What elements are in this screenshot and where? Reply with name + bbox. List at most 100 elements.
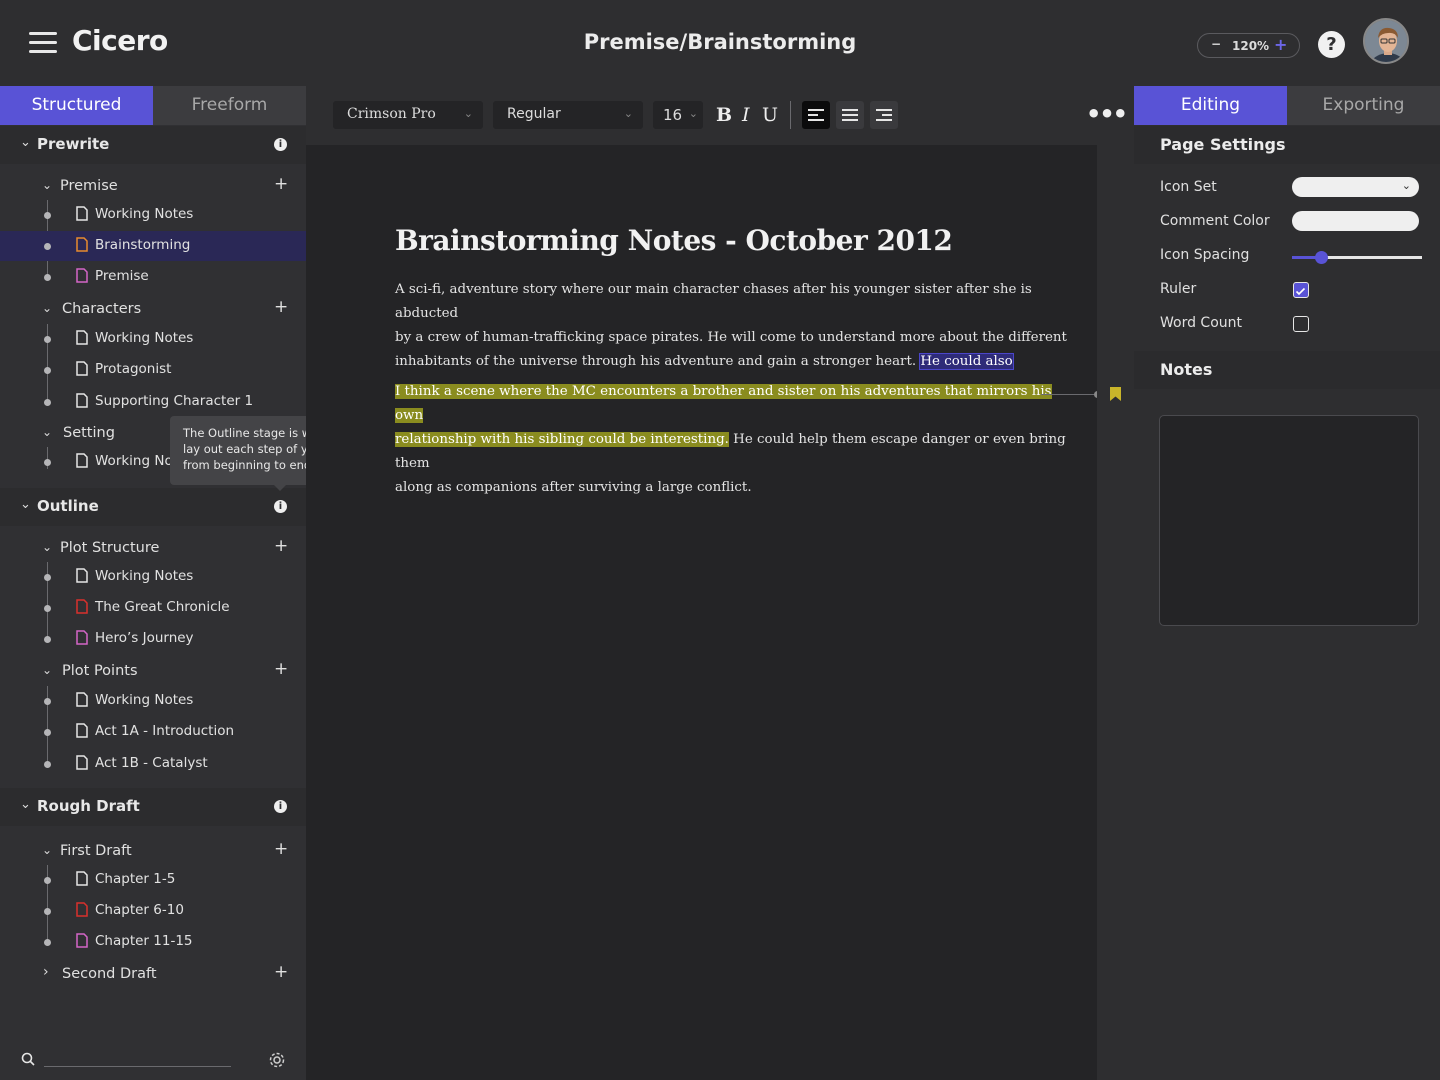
item-label: Working Notes — [95, 330, 194, 346]
document-icon — [76, 692, 88, 707]
document-heading[interactable]: Brainstorming Notes - October 2012 — [395, 224, 953, 257]
group-label: First Draft — [60, 843, 132, 859]
list-item[interactable]: Chapter 11-15 — [0, 927, 306, 957]
comment-connector — [1041, 394, 1098, 395]
add-page-button[interactable]: + — [274, 536, 288, 556]
group-plot-points[interactable]: ⌄ Plot Points + — [0, 659, 306, 685]
italic-button[interactable]: I — [742, 104, 750, 126]
bold-button[interactable]: B — [716, 104, 732, 126]
document-icon — [76, 902, 88, 917]
document-editor[interactable]: Brainstorming Notes - October 2012 A sci… — [306, 145, 1101, 1080]
font-family-value: Crimson Pro — [347, 106, 436, 122]
slider-handle[interactable] — [1314, 251, 1328, 264]
comment-color-field[interactable] — [1292, 211, 1419, 231]
tree-node-dot — [44, 908, 51, 915]
tab-freeform[interactable]: Freeform — [153, 86, 306, 125]
group-plot-structure[interactable]: ⌄ Plot Structure + — [0, 536, 306, 562]
align-right-button[interactable] — [870, 101, 898, 129]
tree-node-dot — [44, 698, 51, 705]
document-icon — [76, 755, 88, 770]
more-options-button[interactable]: ••• — [1086, 100, 1128, 128]
tab-structured[interactable]: Structured — [0, 86, 153, 125]
bookmark-icon[interactable] — [1110, 387, 1121, 401]
list-item[interactable]: Premise — [0, 262, 306, 292]
word-count-checkbox[interactable] — [1293, 316, 1309, 332]
search-input[interactable] — [44, 1066, 231, 1067]
add-page-button[interactable]: + — [274, 839, 288, 859]
chevron-down-icon: ⌄ — [42, 663, 53, 677]
document-icon — [76, 723, 88, 738]
align-center-button[interactable] — [836, 101, 864, 129]
document-icon — [76, 630, 88, 645]
list-item-selected[interactable]: Brainstorming — [0, 231, 306, 261]
ruler-checkbox[interactable] — [1293, 282, 1309, 298]
list-item[interactable]: Working Notes — [0, 686, 306, 716]
align-left-button[interactable] — [802, 101, 830, 129]
font-weight-select[interactable]: Regular ⌄ — [493, 101, 643, 129]
user-avatar[interactable] — [1363, 18, 1409, 64]
paragraph-2[interactable]: I think a scene where the MC encounters … — [395, 380, 1075, 500]
list-item[interactable]: Act 1A - Introduction — [0, 717, 306, 747]
item-label: Working Notes — [95, 568, 194, 584]
list-item[interactable]: The Great Chronicle — [0, 593, 306, 623]
document-icon — [76, 268, 88, 283]
group-characters[interactable]: ⌄ Characters + — [0, 297, 306, 323]
tab-editing[interactable]: Editing — [1134, 86, 1287, 125]
font-size-select[interactable]: 16 ⌄ — [653, 101, 703, 129]
icon-spacing-slider[interactable] — [1292, 251, 1422, 264]
list-item[interactable]: Hero’s Journey — [0, 624, 306, 654]
list-item[interactable]: Act 1B - Catalyst — [0, 749, 306, 779]
underline-button[interactable]: U — [762, 104, 778, 126]
section-title: Notes — [1160, 360, 1213, 379]
settings-panel: Editing Exporting Page Settings Icon Set… — [1134, 86, 1440, 1080]
group-second-draft[interactable]: › Second Draft + — [0, 962, 306, 988]
add-page-button[interactable]: + — [274, 659, 288, 679]
font-family-select[interactable]: Crimson Pro ⌄ — [333, 101, 483, 129]
commented-highlight[interactable]: relationship with his sibling could be i… — [395, 432, 729, 447]
add-page-button[interactable]: + — [274, 174, 288, 194]
hamburger-menu-icon[interactable] — [29, 32, 57, 54]
stage-label: Prewrite — [37, 135, 110, 153]
info-icon[interactable]: i — [274, 138, 287, 151]
tab-exporting[interactable]: Exporting — [1287, 86, 1440, 125]
group-label: Premise — [60, 178, 118, 194]
paragraph-1[interactable]: A sci-fi, adventure story where our main… — [395, 278, 1075, 374]
zoom-in-button[interactable]: + — [1274, 35, 1287, 54]
list-item[interactable]: Protagonist — [0, 355, 306, 385]
chevron-down-icon: ⌄ — [42, 540, 53, 554]
stage-prewrite[interactable]: ⌄ Prewrite i — [0, 126, 306, 164]
chevron-down-icon: ⌄ — [42, 425, 53, 439]
chevron-down-icon: ⌄ — [42, 178, 53, 192]
list-item[interactable]: Working Notes — [0, 324, 306, 354]
gear-icon[interactable] — [268, 1051, 286, 1069]
list-item[interactable]: Working Notes — [0, 562, 306, 592]
notes-textarea[interactable] — [1159, 415, 1419, 626]
item-label: Brainstorming — [95, 237, 191, 253]
font-weight-value: Regular — [507, 106, 561, 122]
add-page-button[interactable]: + — [274, 962, 288, 982]
chevron-down-icon: ⌄ — [463, 107, 473, 120]
checkmark-icon — [1295, 287, 1306, 296]
document-title: Premise/Brainstorming — [583, 30, 857, 54]
add-page-button[interactable]: + — [274, 297, 288, 317]
icon-set-select[interactable]: ⌄ — [1292, 177, 1419, 197]
chevron-down-icon: ⌄ — [20, 497, 31, 512]
group-first-draft[interactable]: ⌄ First Draft + — [0, 839, 306, 865]
search-icon[interactable] — [21, 1052, 35, 1066]
group-premise[interactable]: ⌄ Premise + — [0, 174, 306, 200]
list-item[interactable]: Working Notes — [0, 200, 306, 230]
zoom-level: 120% — [1232, 39, 1270, 53]
document-icon — [76, 206, 88, 221]
info-icon[interactable]: i — [274, 800, 287, 813]
list-item[interactable]: Supporting Character 1 — [0, 387, 306, 417]
stage-rough-draft[interactable]: ⌄ Rough Draft i — [0, 788, 306, 826]
text-line: along as companions after surviving a la… — [395, 480, 752, 495]
commented-highlight[interactable]: I think a scene where the MC encounters … — [395, 384, 1052, 423]
help-button[interactable]: ? — [1318, 31, 1345, 58]
list-item[interactable]: Chapter 1-5 — [0, 865, 306, 895]
info-icon[interactable]: i — [274, 500, 287, 513]
zoom-out-button[interactable]: − — [1211, 37, 1221, 51]
tree-node-dot — [44, 761, 51, 768]
stage-outline[interactable]: ⌄ Outline i — [0, 488, 306, 526]
list-item[interactable]: Chapter 6-10 — [0, 896, 306, 926]
